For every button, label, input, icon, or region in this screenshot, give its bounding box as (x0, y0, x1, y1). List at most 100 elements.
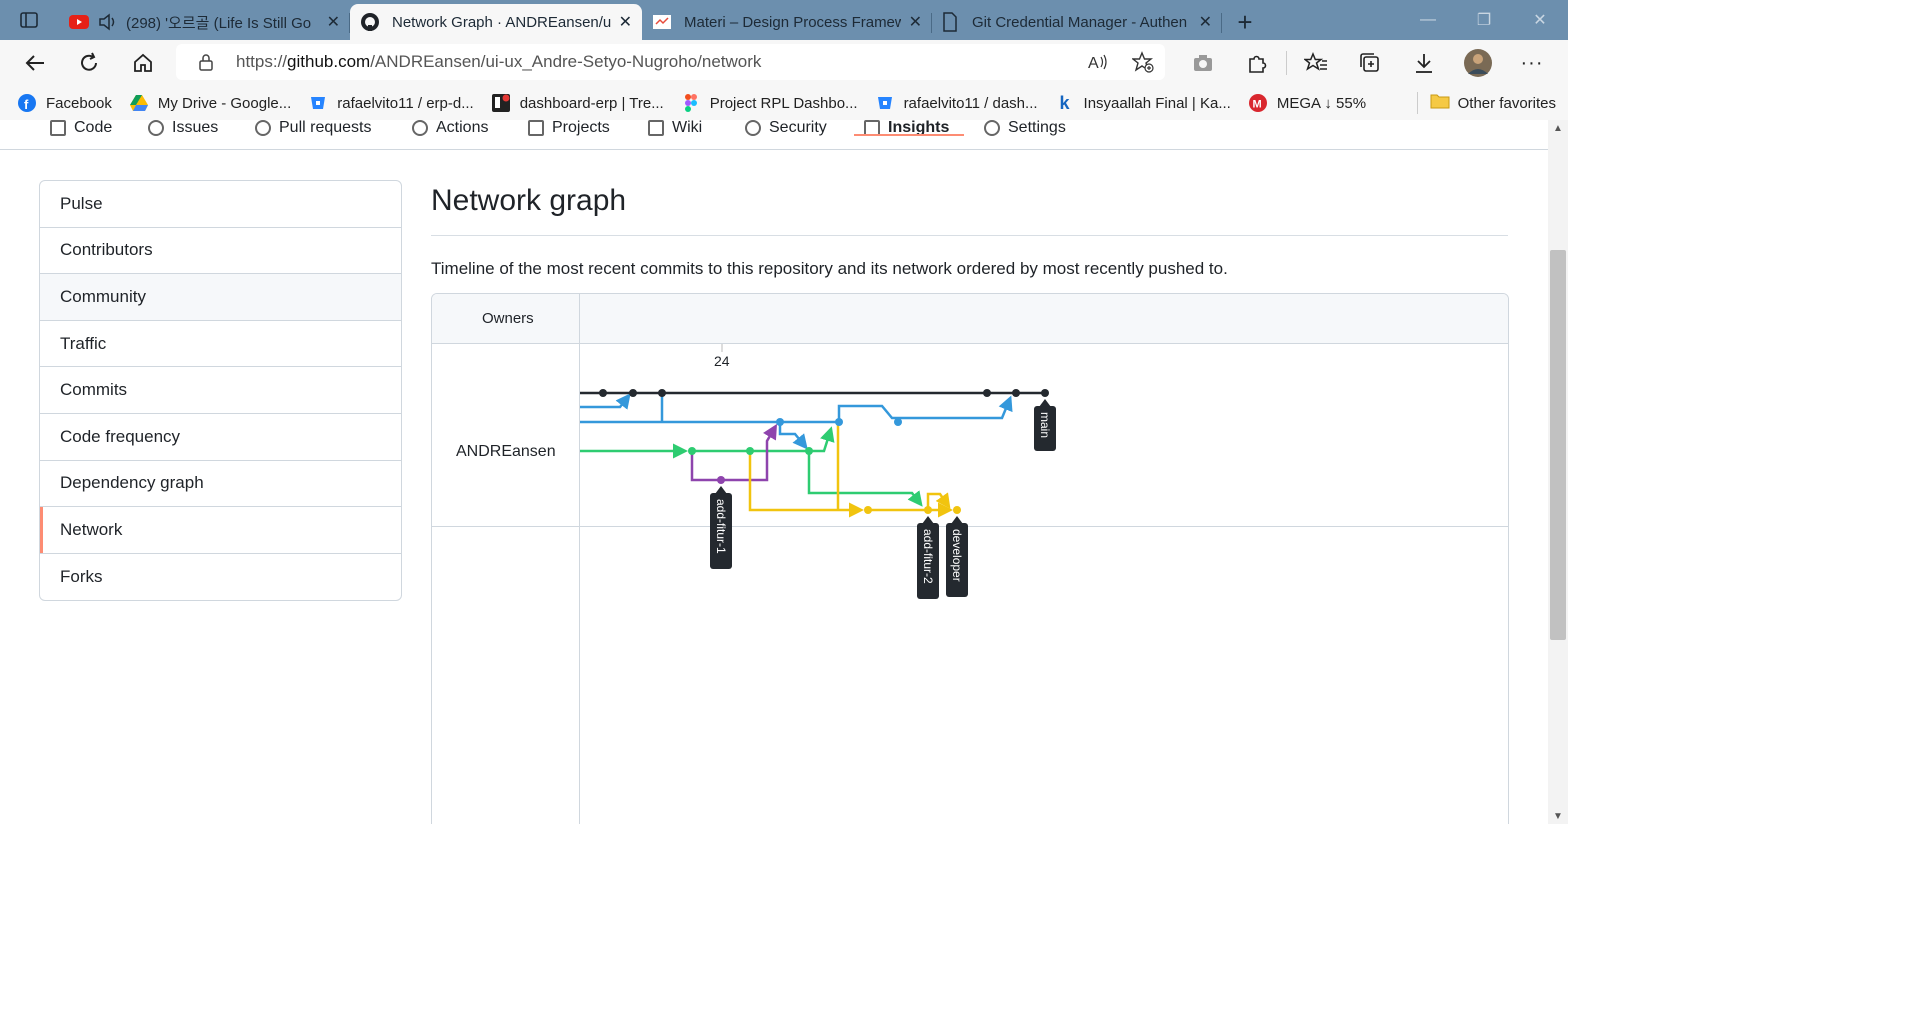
label-pointer (922, 516, 934, 524)
settings-more-button[interactable]: ··· (1505, 41, 1559, 85)
sidebar-item-label: Traffic (60, 333, 107, 353)
close-tab-icon[interactable]: ✕ (327, 12, 340, 32)
browser-tab-youtube[interactable]: (298) '오르골 (Life Is Still Go ✕ (58, 4, 350, 40)
sidebar-item-code-frequency[interactable]: Code frequency (40, 414, 401, 461)
favorite-trello[interactable]: dashboard-erp | Tre... (491, 94, 664, 112)
favorite-facebook[interactable]: f Facebook (18, 94, 112, 112)
favorite-figma[interactable]: Project RPL Dashbo... (682, 94, 858, 112)
scroll-down-arrow[interactable]: ▼ (1548, 808, 1568, 824)
scrollbar-thumb[interactable] (1550, 250, 1566, 640)
play-icon (412, 120, 428, 136)
commit-dot[interactable] (629, 389, 637, 397)
favorite-mega[interactable]: M MEGA ↓ 55% (1248, 94, 1366, 112)
sidebar-item-community[interactable]: Community (40, 274, 401, 321)
network-graph-container[interactable]: Owners ANDREansen 24 main add-fitur-1 ad… (431, 293, 1509, 824)
puzzle-icon (1249, 55, 1267, 73)
tab-wiki[interactable]: Wiki (648, 120, 702, 150)
sidebar-item-network[interactable]: Network (40, 507, 401, 554)
close-window-button[interactable]: ✕ (1512, 0, 1568, 40)
commit-dot[interactable] (1012, 389, 1020, 397)
tab-actions-icon (20, 12, 38, 28)
other-favorites-folder[interactable]: Other favorites (1416, 92, 1556, 114)
commit-dot[interactable] (1041, 389, 1049, 397)
refresh-button[interactable] (62, 41, 116, 85)
favorite-bitbucket-erp[interactable]: rafaelvito11 / erp-d... (309, 94, 474, 112)
sidebar-item-contributors[interactable]: Contributors (40, 228, 401, 275)
home-button[interactable] (116, 41, 170, 85)
tab-pull-requests[interactable]: Pull requests (255, 120, 372, 150)
commit-dot[interactable] (717, 476, 725, 484)
sidebar-item-pulse[interactable]: Pulse (40, 181, 401, 228)
speaker-icon[interactable] (98, 13, 118, 31)
commit-dot[interactable] (658, 389, 666, 397)
favorite-bitbucket-dash[interactable]: rafaelvito11 / dash... (876, 94, 1038, 112)
sidebar-item-traffic[interactable]: Traffic (40, 321, 401, 368)
commit-dot[interactable] (835, 418, 843, 426)
favorites-bar: f Facebook My Drive - Google... rafaelvi… (0, 86, 1568, 120)
commit-dot[interactable] (805, 447, 813, 455)
favorite-label: dashboard-erp | Tre... (519, 94, 664, 112)
tab-actions[interactable]: Actions (412, 120, 488, 150)
network-graph-canvas[interactable]: 24 main add-fitur-1 add-fitur-2 develope… (432, 294, 1509, 824)
favorite-label: Insyaallah Final | Ka... (1083, 94, 1231, 112)
read-aloud-icon[interactable]: A (1077, 53, 1121, 71)
sidebar-item-label: Contributors (60, 240, 153, 260)
tab-projects[interactable]: Projects (528, 120, 610, 150)
sidebar-item-dependency-graph[interactable]: Dependency graph (40, 461, 401, 508)
url-path: /ANDREansen/ui-ux_Andre-Setyo-Nugroho/ne… (370, 52, 762, 71)
scroll-up-arrow[interactable]: ▲ (1548, 120, 1568, 136)
downloads-button[interactable] (1397, 41, 1451, 85)
tab-security[interactable]: Security (745, 120, 827, 150)
minimize-button[interactable]: — (1400, 0, 1456, 40)
lock-icon[interactable] (176, 53, 236, 71)
sidebar-item-forks[interactable]: Forks (40, 554, 401, 601)
commit-dot[interactable] (746, 447, 754, 455)
commit-dot[interactable] (688, 447, 696, 455)
blue-merge-path (580, 393, 631, 410)
branch-label-add-fitur-1[interactable]: add-fitur-1 (710, 486, 732, 569)
branch-label-main[interactable]: main (1034, 399, 1056, 451)
close-tab-icon[interactable]: ✕ (619, 12, 632, 32)
tab-issues[interactable]: Issues (148, 120, 218, 150)
commit-dot[interactable] (924, 506, 932, 514)
branch-label-add-fitur-2[interactable]: add-fitur-2 (917, 516, 939, 599)
tab-settings[interactable]: Settings (984, 120, 1066, 150)
folder-icon (1430, 93, 1450, 113)
tab-code[interactable]: Code (50, 120, 112, 150)
home-icon (134, 53, 152, 72)
repo-tab-label: Code (74, 120, 113, 136)
browser-tab-materi[interactable]: Materi – Design Process Framew ✕ (642, 4, 932, 40)
sidebar-item-commits[interactable]: Commits (40, 367, 401, 414)
commit-dot[interactable] (599, 389, 607, 397)
sidebar-item-label: Dependency graph (60, 473, 204, 493)
extensions-button[interactable] (1230, 41, 1284, 85)
close-tab-icon[interactable]: ✕ (1199, 12, 1212, 32)
favorite-google-drive[interactable]: My Drive - Google... (129, 94, 291, 112)
commit-dot[interactable] (953, 506, 961, 514)
k-icon: k (1059, 92, 1070, 113)
profile-avatar[interactable] (1451, 41, 1505, 85)
close-tab-icon[interactable]: ✕ (909, 12, 922, 32)
address-bar[interactable]: https://github.com/ANDREansen/ui-ux_Andr… (176, 44, 1165, 80)
url-text: https://github.com/ANDREansen/ui-ux_Andr… (236, 52, 1077, 72)
commit-dot[interactable] (776, 418, 784, 426)
screenshot-button[interactable] (1176, 41, 1230, 85)
favorites-button[interactable] (1289, 41, 1343, 85)
browser-tab-network-graph[interactable]: Network Graph · ANDREansen/ui ✕ (350, 4, 642, 40)
page-scrollbar[interactable]: ▲ ▼ (1548, 120, 1568, 824)
tab-actions-button[interactable] (0, 0, 58, 40)
branch-label-developer[interactable]: developer (946, 516, 968, 597)
commit-dot[interactable] (894, 418, 902, 426)
blue-merge-path (778, 422, 808, 450)
back-button[interactable] (8, 41, 62, 85)
restore-button[interactable]: ❐ (1456, 0, 1512, 40)
favorite-kahoot[interactable]: k Insyaallah Final | Ka... (1056, 92, 1231, 113)
commit-dot[interactable] (864, 506, 872, 514)
browser-tab-git-credential[interactable]: Git Credential Manager - Authen ✕ (932, 4, 1222, 40)
commit-dot[interactable] (983, 389, 991, 397)
collections-button[interactable] (1343, 41, 1397, 85)
blue-merge-path (780, 395, 1013, 424)
add-favorite-icon[interactable] (1121, 51, 1165, 73)
new-tab-button[interactable]: + (1222, 4, 1268, 40)
browser-tab-strip: (298) '오르골 (Life Is Still Go ✕ Network G… (0, 0, 1568, 40)
